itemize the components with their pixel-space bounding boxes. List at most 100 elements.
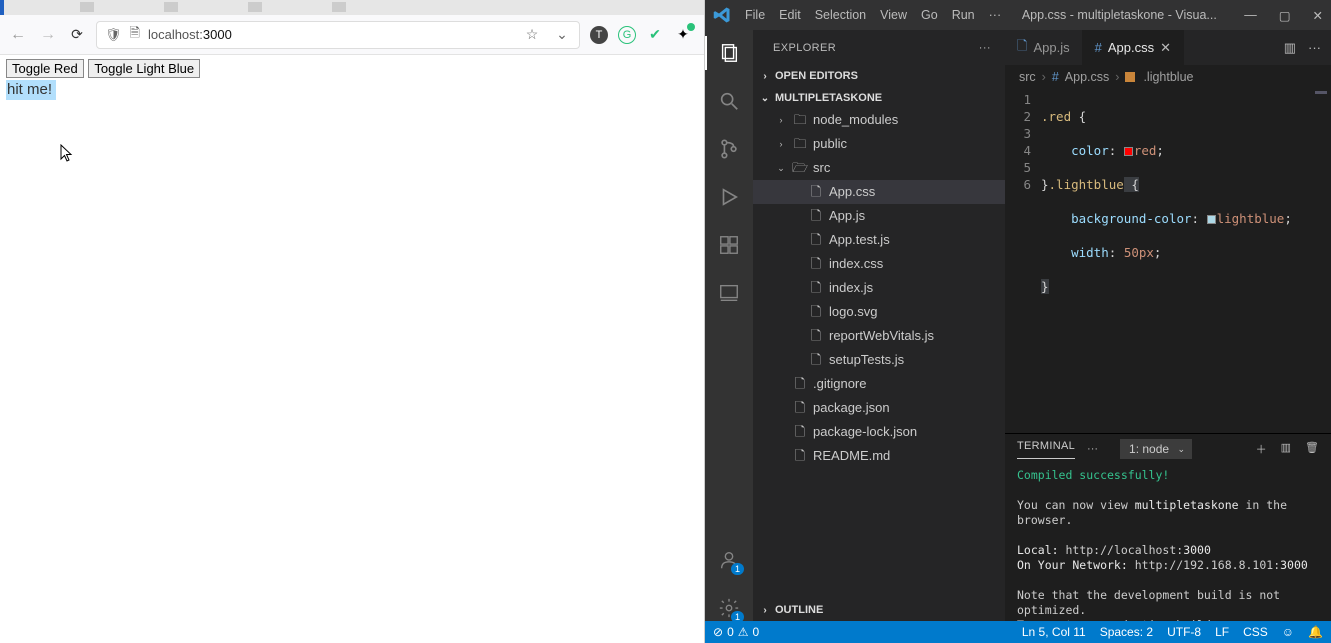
extensions-activity-icon[interactable]	[716, 232, 742, 258]
status-eol[interactable]: LF	[1215, 625, 1229, 639]
search-activity-icon[interactable]	[716, 88, 742, 114]
breadcrumbs[interactable]: src› #App.css› .lightblue	[1005, 65, 1331, 89]
status-feedback-icon[interactable]: ☺	[1282, 625, 1294, 639]
folder-public[interactable]: ›🗀public	[753, 132, 1005, 156]
editor-tab-bar: 🗋App.js #App.css✕ ▥ ···	[1005, 30, 1331, 65]
breadcrumb-symbol-icon	[1125, 72, 1135, 82]
toggle-lightblue-button[interactable]: Toggle Light Blue	[88, 59, 200, 78]
folder-src[interactable]: ⌄🗁src	[753, 156, 1005, 180]
file-app-js[interactable]: 🗋App.js	[753, 204, 1005, 228]
code-editor[interactable]: 1 2 3 4 5 6 .red { color: red; }.lightbl…	[1005, 89, 1331, 433]
outline-section[interactable]: ›OUTLINE	[753, 602, 1005, 618]
browser-toolbar-icons: T G ✔ ✦	[590, 26, 696, 44]
extensions-menu-icon[interactable]: ✦	[674, 26, 692, 44]
editor-split-icon[interactable]: ▥	[1284, 40, 1296, 56]
toggle-red-button[interactable]: Toggle Red	[6, 59, 84, 78]
terminal-kill-icon[interactable]: 🗑	[1305, 441, 1319, 457]
file-gitignore[interactable]: 🗋.gitignore	[753, 372, 1005, 396]
tab-close-icon[interactable]: ✕	[1160, 40, 1171, 56]
status-cursor-pos[interactable]: Ln 5, Col 11	[1022, 625, 1086, 639]
color-swatch-icon	[1207, 215, 1216, 224]
terminal-more-icon[interactable]: ···	[1087, 443, 1098, 455]
url-text: localhost:3000	[148, 27, 232, 42]
explorer-sidebar: EXPLORER ··· ›OPEN EDITORS ⌄MULTIPLETASK…	[753, 30, 1005, 621]
minimap[interactable]	[1311, 89, 1331, 433]
file-package-lock[interactable]: 🗋package-lock.json	[753, 420, 1005, 444]
browser-window: ← → ⟳ 🛡 🗎 localhost:3000 ☆ ⌄ T G ✔ ✦ Tog…	[0, 0, 705, 643]
window-title: App.css - multipletaskone - Visua...	[1022, 8, 1217, 22]
explorer-more-icon[interactable]: ···	[979, 42, 991, 54]
file-reportwebvitals[interactable]: 🗋reportWebVitals.js	[753, 324, 1005, 348]
browser-page: Toggle Red Toggle Light Blue hit me!	[0, 55, 704, 643]
explorer-activity-icon[interactable]	[716, 40, 742, 66]
url-bar[interactable]: 🛡 🗎 localhost:3000 ☆ ⌄	[96, 21, 580, 49]
terminal-new-icon[interactable]: ＋	[1256, 441, 1267, 457]
terminal-split-icon[interactable]: ▥	[1281, 441, 1291, 457]
project-root-section[interactable]: ⌄MULTIPLETASKONE	[753, 90, 1005, 106]
bookmark-star-icon[interactable]: ☆	[523, 26, 541, 44]
status-errors[interactable]: ⊘0⚠0	[713, 625, 759, 639]
accounts-activity-icon[interactable]: 1	[716, 547, 742, 573]
file-setuptests[interactable]: 🗋setupTests.js	[753, 348, 1005, 372]
pocket-icon[interactable]: ⌄	[553, 26, 571, 44]
settings-activity-icon[interactable]: 1	[716, 595, 742, 621]
menu-go[interactable]: Go	[921, 8, 938, 22]
menu-edit[interactable]: Edit	[779, 8, 801, 22]
extension-t-icon[interactable]: T	[590, 26, 608, 44]
color-swatch-icon	[1124, 147, 1133, 156]
window-minimize-icon[interactable]: —	[1244, 8, 1257, 23]
tracking-shield-icon[interactable]: 🛡	[105, 27, 122, 43]
source-control-activity-icon[interactable]	[716, 136, 742, 162]
menu-selection[interactable]: Selection	[815, 8, 866, 22]
menu-bar: File Edit Selection View Go Run ···	[745, 8, 1001, 22]
file-logo-svg[interactable]: 🗋logo.svg	[753, 300, 1005, 324]
run-debug-activity-icon[interactable]	[716, 184, 742, 210]
open-editors-section[interactable]: ›OPEN EDITORS	[753, 68, 1005, 84]
file-app-test-js[interactable]: 🗋App.test.js	[753, 228, 1005, 252]
menu-more-icon[interactable]: ···	[989, 8, 1002, 22]
terminal-selector[interactable]: 1: node⌄	[1120, 439, 1192, 459]
extension-shield-icon[interactable]: ✔	[646, 26, 664, 44]
browser-tabstrip	[0, 0, 704, 15]
file-app-css[interactable]: 🗋App.css	[753, 180, 1005, 204]
code-content[interactable]: .red { color: red; }.lightblue { backgro…	[1041, 89, 1311, 433]
vscode-titlebar: File Edit Selection View Go Run ··· App.…	[705, 0, 1331, 30]
editor-more-icon[interactable]: ···	[1308, 40, 1321, 55]
back-button[interactable]: ←	[8, 26, 28, 44]
menu-run[interactable]: Run	[952, 8, 975, 22]
file-readme[interactable]: 🗋README.md	[753, 444, 1005, 468]
folder-node-modules[interactable]: ›🗀node_modules	[753, 108, 1005, 132]
activity-bar: 1 1	[705, 30, 753, 621]
status-indent[interactable]: Spaces: 2	[1100, 625, 1153, 639]
hit-me-text: hit me!	[6, 80, 56, 100]
site-info-icon[interactable]: 🗎	[130, 24, 140, 46]
status-bar: ⊘0⚠0 Ln 5, Col 11 Spaces: 2 UTF-8 LF CSS…	[705, 621, 1331, 643]
editor-column: 🗋App.js #App.css✕ ▥ ··· src› #App.css› .…	[1005, 30, 1331, 621]
forward-button[interactable]: →	[38, 26, 58, 44]
remote-activity-icon[interactable]	[716, 280, 742, 306]
mouse-cursor-icon	[60, 144, 76, 164]
browser-navbar: ← → ⟳ 🛡 🗎 localhost:3000 ☆ ⌄ T G ✔ ✦	[0, 15, 704, 55]
menu-file[interactable]: File	[745, 8, 765, 22]
status-encoding[interactable]: UTF-8	[1167, 625, 1201, 639]
crumb-appcss[interactable]: App.css	[1065, 70, 1109, 84]
line-gutter: 1 2 3 4 5 6	[1005, 89, 1041, 433]
terminal-tab[interactable]: TERMINAL	[1017, 440, 1075, 459]
terminal-output[interactable]: Compiled successfully! You can now view …	[1005, 464, 1331, 621]
reload-button[interactable]: ⟳	[68, 26, 86, 43]
window-maximize-icon[interactable]: ▢	[1279, 8, 1291, 23]
extension-g-icon[interactable]: G	[618, 26, 636, 44]
tab-app-js[interactable]: 🗋App.js	[1005, 30, 1083, 65]
file-index-js[interactable]: 🗋index.js	[753, 276, 1005, 300]
explorer-title: EXPLORER	[773, 42, 836, 54]
menu-view[interactable]: View	[880, 8, 907, 22]
file-index-css[interactable]: 🗋index.css	[753, 252, 1005, 276]
file-package-json[interactable]: 🗋package.json	[753, 396, 1005, 420]
crumb-lightblue[interactable]: .lightblue	[1143, 70, 1193, 84]
tab-app-css[interactable]: #App.css✕	[1083, 30, 1184, 65]
status-language[interactable]: CSS	[1243, 625, 1268, 639]
crumb-src[interactable]: src	[1019, 70, 1036, 84]
status-bell-icon[interactable]: 🔔	[1308, 625, 1323, 639]
vscode-logo-icon	[713, 6, 731, 24]
window-close-icon[interactable]: ✕	[1313, 8, 1323, 23]
